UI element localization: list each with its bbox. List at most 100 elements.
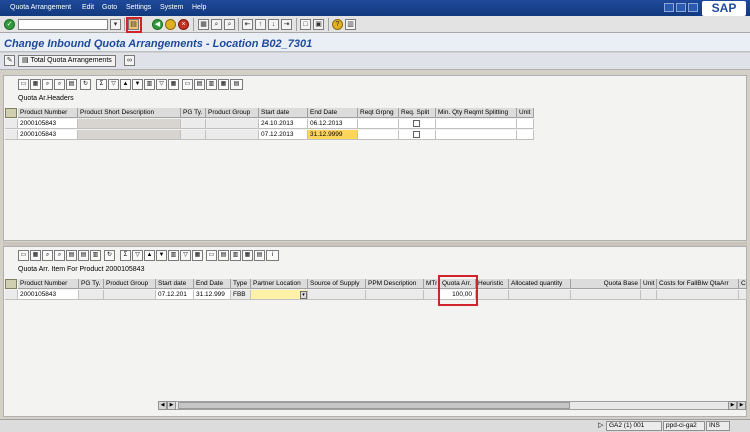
last-page-icon[interactable]: ⇥ [281, 19, 292, 30]
find-next-icon[interactable]: ⌕ [224, 19, 235, 30]
min-qty-cell[interactable] [436, 119, 517, 129]
sum-icon[interactable]: Σ [96, 79, 107, 90]
select-all-icon[interactable]: ▦ [30, 250, 41, 261]
menu-quota-arrangement[interactable]: Quota Arrangement [10, 4, 71, 11]
command-dropdown-icon[interactable]: ▾ [110, 19, 121, 30]
row-selector[interactable] [5, 130, 18, 140]
scrollbar-thumb[interactable] [178, 402, 570, 409]
command-field[interactable] [18, 19, 108, 30]
back-icon[interactable]: ◀ [152, 19, 163, 30]
filter-set-icon[interactable]: ▽ [180, 250, 191, 261]
reqt-grouping-cell[interactable] [358, 130, 399, 140]
col-product-description[interactable]: Product Short Description [78, 108, 181, 118]
col-product-number[interactable]: Product Number [18, 279, 79, 289]
col-unit[interactable]: Unit [641, 279, 657, 289]
col-unit[interactable]: Unit [517, 108, 534, 118]
choose-layout-icon[interactable]: ▦ [218, 79, 229, 90]
col-reqt-grouping[interactable]: Reqt Grpng [358, 108, 399, 118]
col-pg-type[interactable]: PG Ty. [181, 108, 206, 118]
sum-icon[interactable]: Σ [120, 250, 131, 261]
enter-icon[interactable]: ✓ [4, 19, 15, 30]
product-number-cell[interactable]: 2000105843 [18, 130, 78, 140]
reqt-grouping-cell[interactable] [358, 119, 399, 129]
choose-layout-icon[interactable]: ▦ [242, 250, 253, 261]
scroll-left-icon[interactable]: ◀ [158, 401, 167, 410]
col-start-date[interactable]: Start date [156, 279, 194, 289]
scroll-right-icon[interactable]: ▶ [728, 401, 737, 410]
end-date-cell[interactable]: 31.12.999 [194, 290, 231, 300]
col-costs[interactable]: Costs for FallBlw QtaArr [657, 279, 739, 289]
col-product-group[interactable]: Product Group [206, 108, 259, 118]
menu-edit[interactable]: Edit [82, 4, 94, 11]
filter-set-icon[interactable]: ▽ [156, 79, 167, 90]
col-heuristic[interactable]: Heuristic [476, 279, 509, 289]
start-date-cell[interactable]: 24.10.2013 [259, 119, 308, 129]
req-split-checkbox[interactable] [413, 131, 420, 138]
delete-filter-icon[interactable]: ▦ [168, 79, 179, 90]
find-next-icon[interactable]: ⌕ [54, 250, 65, 261]
glasses-icon[interactable]: ∞ [124, 55, 135, 66]
input-mode[interactable]: INS [706, 421, 730, 431]
col-req-split[interactable]: Req. Split [399, 108, 436, 118]
menu-system[interactable]: System [160, 4, 183, 11]
maximize-icon[interactable] [676, 3, 686, 12]
col-allocated-quantity[interactable]: Allocated quantity [509, 279, 571, 289]
scroll-end-icon[interactable]: ▶ [737, 401, 746, 410]
sort-asc-icon[interactable]: ▲ [120, 79, 131, 90]
sort-asc-icon[interactable]: ▲ [144, 250, 155, 261]
delete-row-icon[interactable]: ▥ [90, 250, 101, 261]
find-icon[interactable]: ⌕ [42, 79, 53, 90]
start-date-cell[interactable]: 07.12.2013 [259, 130, 308, 140]
print-preview-icon[interactable]: ▭ [206, 250, 217, 261]
select-all-icon[interactable]: ▦ [30, 79, 41, 90]
menu-goto[interactable]: Goto [102, 4, 117, 11]
product-number-cell[interactable]: 2000105843 [18, 290, 79, 300]
layout-icon[interactable]: ▥ [230, 250, 241, 261]
product-number-cell[interactable]: 2000105843 [18, 119, 78, 129]
close-icon[interactable] [688, 3, 698, 12]
menu-help[interactable]: Help [192, 4, 206, 11]
col-partner-location[interactable]: Partner Location [251, 279, 308, 289]
col-product-number[interactable]: Product Number [18, 108, 78, 118]
export-icon[interactable]: ▤ [194, 79, 205, 90]
min-qty-cell[interactable] [436, 130, 517, 140]
first-page-icon[interactable]: ⇤ [242, 19, 253, 30]
row-selector[interactable] [5, 119, 18, 129]
col-product-group[interactable]: Product Group [104, 279, 156, 289]
append-row-icon[interactable]: ▤ [66, 250, 77, 261]
col-min-qty[interactable]: Min. Qty Reqmt Splitting [436, 108, 517, 118]
col-type[interactable]: Type [231, 279, 251, 289]
help-icon[interactable]: ? [332, 19, 343, 30]
subtotal-icon[interactable]: ▥ [168, 250, 179, 261]
insert-row-icon[interactable]: ▤ [78, 250, 89, 261]
find-icon[interactable]: ⌕ [42, 250, 53, 261]
col-pg-type[interactable]: PG Ty. [79, 279, 104, 289]
refresh-icon[interactable]: ↻ [104, 250, 115, 261]
next-page-icon[interactable]: ↓ [268, 19, 279, 30]
select-all-rows-icon[interactable] [5, 279, 17, 289]
info-icon[interactable]: i [266, 250, 279, 261]
sort-desc-icon[interactable]: ▼ [132, 79, 143, 90]
new-session-icon[interactable]: □ [300, 19, 311, 30]
row-selector[interactable] [5, 290, 18, 300]
system-info[interactable]: GA2 (1) 001 [606, 421, 662, 431]
find-next-icon[interactable]: ⌕ [54, 79, 65, 90]
print-preview-icon[interactable]: ▭ [182, 79, 193, 90]
export-icon[interactable]: ▤ [218, 250, 229, 261]
layout-icon[interactable]: ▥ [345, 19, 356, 30]
cancel-icon[interactable]: × [178, 19, 189, 30]
layout-icon[interactable]: ▥ [206, 79, 217, 90]
shortcut-icon[interactable]: ▣ [313, 19, 324, 30]
edit-pencil-icon[interactable]: ✎ [4, 55, 15, 66]
end-date-cell[interactable]: 06.12.2013 [308, 119, 358, 129]
col-quota-base[interactable]: Quota Base [571, 279, 641, 289]
insert-row-icon[interactable]: ▤ [66, 79, 77, 90]
prev-page-icon[interactable]: ↑ [255, 19, 266, 30]
col-end-date[interactable]: End Date [194, 279, 231, 289]
req-split-checkbox[interactable] [413, 120, 420, 127]
details-icon[interactable]: ▭ [18, 79, 29, 90]
end-date-cell-selected[interactable]: 31.12.9999 [308, 130, 358, 140]
save-layout-icon[interactable]: ▤ [254, 250, 265, 261]
print-icon[interactable]: ▦ [198, 19, 209, 30]
delete-filter-icon[interactable]: ▦ [192, 250, 203, 261]
